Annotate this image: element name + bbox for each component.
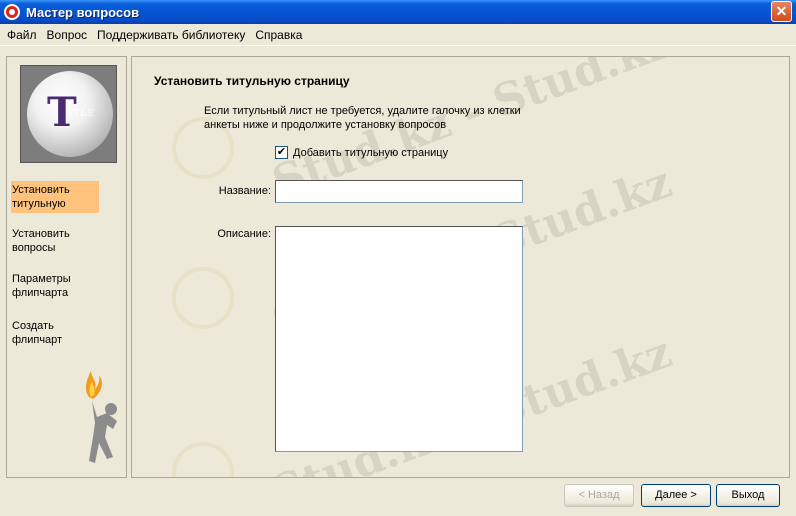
- step-flipchart-params[interactable]: Параметры флипчарта: [11, 270, 99, 302]
- menu-library[interactable]: Поддерживать библиотеку: [92, 25, 250, 45]
- back-button[interactable]: < Назад: [564, 484, 634, 507]
- name-label: Название:: [218, 185, 271, 197]
- next-button[interactable]: Далее >: [641, 484, 711, 507]
- description-textarea[interactable]: [275, 226, 523, 452]
- watermark-logo-icon: [172, 442, 234, 477]
- logo-sphere: T ITLE: [27, 71, 113, 157]
- instruction-text: Если титульный лист не требуется, удалит…: [204, 105, 521, 131]
- add-title-page-label: Добавить титульную страницу: [293, 146, 449, 159]
- page-title: Установить титульную страницу: [154, 74, 350, 88]
- menu-file[interactable]: Файл: [0, 25, 42, 45]
- add-title-page-row: ✔ Добавить титульную страницу: [275, 146, 448, 159]
- wizard-frame: T ITLE Установить титульную Установить в…: [0, 48, 796, 516]
- app-icon: [4, 4, 20, 20]
- step-set-title[interactable]: Установить титульную: [11, 181, 99, 213]
- menu-question[interactable]: Вопрос: [42, 25, 93, 45]
- close-button[interactable]: ✕: [771, 1, 792, 22]
- step-create-flipchart[interactable]: Создать флипчарт: [11, 317, 99, 349]
- exit-button[interactable]: Выход: [716, 484, 780, 507]
- menu-help[interactable]: Справка: [250, 25, 307, 45]
- name-input[interactable]: [275, 180, 523, 203]
- step-set-questions[interactable]: Установить вопросы: [11, 225, 99, 257]
- window-title: Мастер вопросов: [26, 4, 140, 20]
- title-bar: Мастер вопросов ✕: [0, 0, 796, 24]
- description-label: Описание:: [217, 228, 271, 240]
- title-logo: T ITLE: [20, 65, 117, 163]
- watermark-logo-icon: [172, 267, 234, 329]
- steps-panel: T ITLE Установить титульную Установить в…: [6, 56, 127, 478]
- add-title-page-checkbox[interactable]: ✔: [275, 146, 288, 159]
- content-panel: Stud.kz - Stud.kz Stud.kz - Stud.kz Stud…: [131, 56, 790, 478]
- menu-bar: Файл Вопрос Поддерживать библиотеку Спра…: [0, 24, 796, 46]
- logo-text: ITLE: [69, 109, 96, 119]
- torch-figure-icon: [85, 371, 117, 463]
